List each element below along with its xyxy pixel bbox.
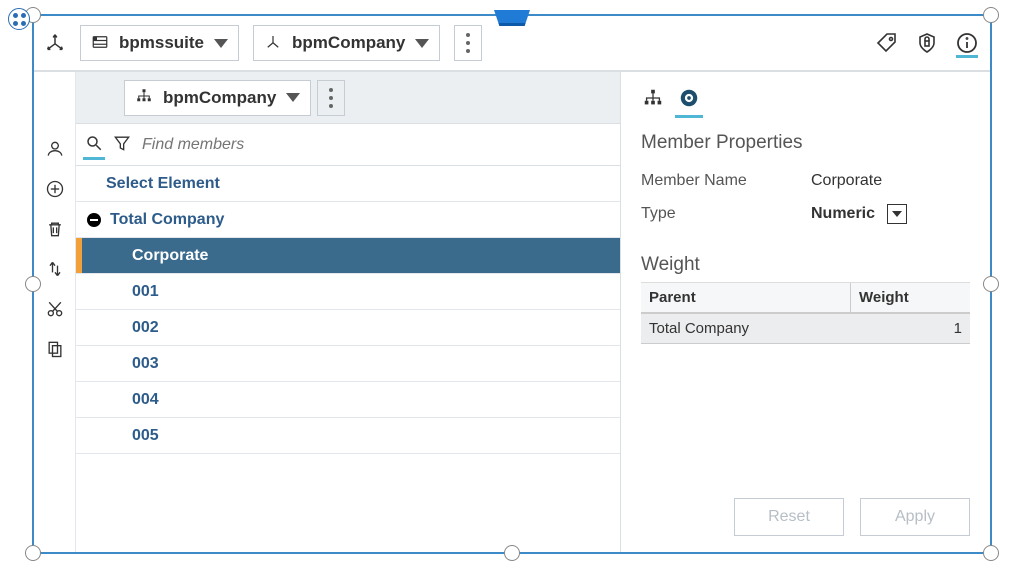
- caret-down-icon: [286, 93, 300, 102]
- properties-panel: Member Properties Member Name Corporate …: [620, 72, 990, 552]
- tree-item-label: 002: [132, 319, 159, 337]
- copy-icon[interactable]: [44, 338, 66, 360]
- dimension-dropdown[interactable]: bpmCompany: [253, 25, 440, 61]
- select-element-label: Select Element: [106, 175, 220, 193]
- search-icon[interactable]: [85, 134, 103, 155]
- weight-table: Parent Weight Total Company 1: [641, 282, 970, 344]
- database-icon: [91, 33, 109, 54]
- dimension-label: bpmCompany: [292, 33, 405, 53]
- active-indicator: [83, 157, 105, 160]
- member-list: Select Element Total Company Corporate 0…: [76, 166, 620, 552]
- top-toolbar: bpmssuite bpmCompany: [34, 16, 990, 72]
- tree-item-label: 004: [132, 391, 159, 409]
- select-element-row[interactable]: Select Element: [76, 166, 620, 202]
- weight-col-weight: Weight: [850, 283, 970, 314]
- caret-down-icon: [415, 39, 429, 48]
- tag-icon[interactable]: [874, 30, 900, 56]
- cut-icon[interactable]: [44, 298, 66, 320]
- properties-tab-icon[interactable]: [677, 86, 701, 110]
- tree-item[interactable]: 002: [76, 310, 620, 346]
- tree-item-label: Corporate: [132, 247, 208, 265]
- resize-handle-e[interactable]: [983, 276, 999, 292]
- properties-tabs: [641, 72, 970, 124]
- resize-handle-s[interactable]: [504, 545, 520, 561]
- hierarchy-tab-icon[interactable]: [641, 86, 665, 110]
- app-menu-button[interactable]: [8, 8, 30, 30]
- tree-item[interactable]: 001: [76, 274, 620, 310]
- hierarchy-dropdown[interactable]: bpmCompany: [124, 80, 311, 116]
- apply-button-label: Apply: [895, 508, 935, 526]
- left-tool-rail: [34, 72, 76, 552]
- tree-item[interactable]: Corporate: [76, 238, 620, 274]
- weight-parent-cell: Total Company: [641, 313, 850, 344]
- axis-icon: [44, 31, 66, 56]
- tree-root-row[interactable]: Total Company: [76, 202, 620, 238]
- member-tree-panel: bpmCompany Select El: [76, 72, 620, 552]
- editor-frame: bpmssuite bpmCompany: [32, 14, 992, 554]
- datasource-label: bpmssuite: [119, 33, 204, 53]
- member-name-label: Member Name: [641, 172, 811, 190]
- tree-item[interactable]: 004: [76, 382, 620, 418]
- user-icon[interactable]: [44, 138, 66, 160]
- type-select[interactable]: [887, 204, 907, 224]
- resize-handle-sw[interactable]: [25, 545, 41, 561]
- weight-value-cell: 1: [850, 313, 970, 344]
- active-indicator: [956, 55, 978, 58]
- reset-button-label: Reset: [768, 508, 810, 526]
- weight-col-parent: Parent: [641, 283, 850, 314]
- panel-title: Member Properties: [641, 132, 970, 154]
- collapse-icon[interactable]: [86, 212, 102, 228]
- type-value: Numeric: [811, 205, 875, 223]
- weight-row[interactable]: Total Company 1: [641, 313, 970, 344]
- tree-item-label: 001: [132, 283, 159, 301]
- search-row: [76, 124, 620, 166]
- sub-toolbar: bpmCompany: [76, 72, 620, 124]
- hierarchy-icon: [135, 87, 153, 108]
- dimension-more-button[interactable]: [454, 25, 482, 61]
- member-name-value: Corporate: [811, 172, 882, 190]
- reorder-icon[interactable]: [44, 258, 66, 280]
- tree-item[interactable]: 003: [76, 346, 620, 382]
- caret-down-icon: [214, 39, 228, 48]
- axis-small-icon: [264, 33, 282, 54]
- add-icon[interactable]: [44, 178, 66, 200]
- type-label: Type: [641, 205, 811, 223]
- search-input[interactable]: [140, 135, 612, 155]
- tree-root-label: Total Company: [110, 211, 224, 229]
- apply-button[interactable]: Apply: [860, 498, 970, 536]
- tree-item-label: 003: [132, 355, 159, 373]
- info-icon[interactable]: [954, 30, 980, 56]
- tree-item-label: 005: [132, 427, 159, 445]
- shield-icon[interactable]: [914, 30, 940, 56]
- hierarchy-more-button[interactable]: [317, 80, 345, 116]
- datasource-dropdown[interactable]: bpmssuite: [80, 25, 239, 61]
- weight-heading: Weight: [641, 254, 970, 276]
- filter-icon[interactable]: [112, 133, 132, 156]
- resize-handle-se[interactable]: [983, 545, 999, 561]
- resize-handle-w[interactable]: [25, 276, 41, 292]
- hierarchy-label: bpmCompany: [163, 88, 276, 108]
- trash-icon[interactable]: [44, 218, 66, 240]
- tree-item[interactable]: 005: [76, 418, 620, 454]
- reset-button[interactable]: Reset: [734, 498, 844, 536]
